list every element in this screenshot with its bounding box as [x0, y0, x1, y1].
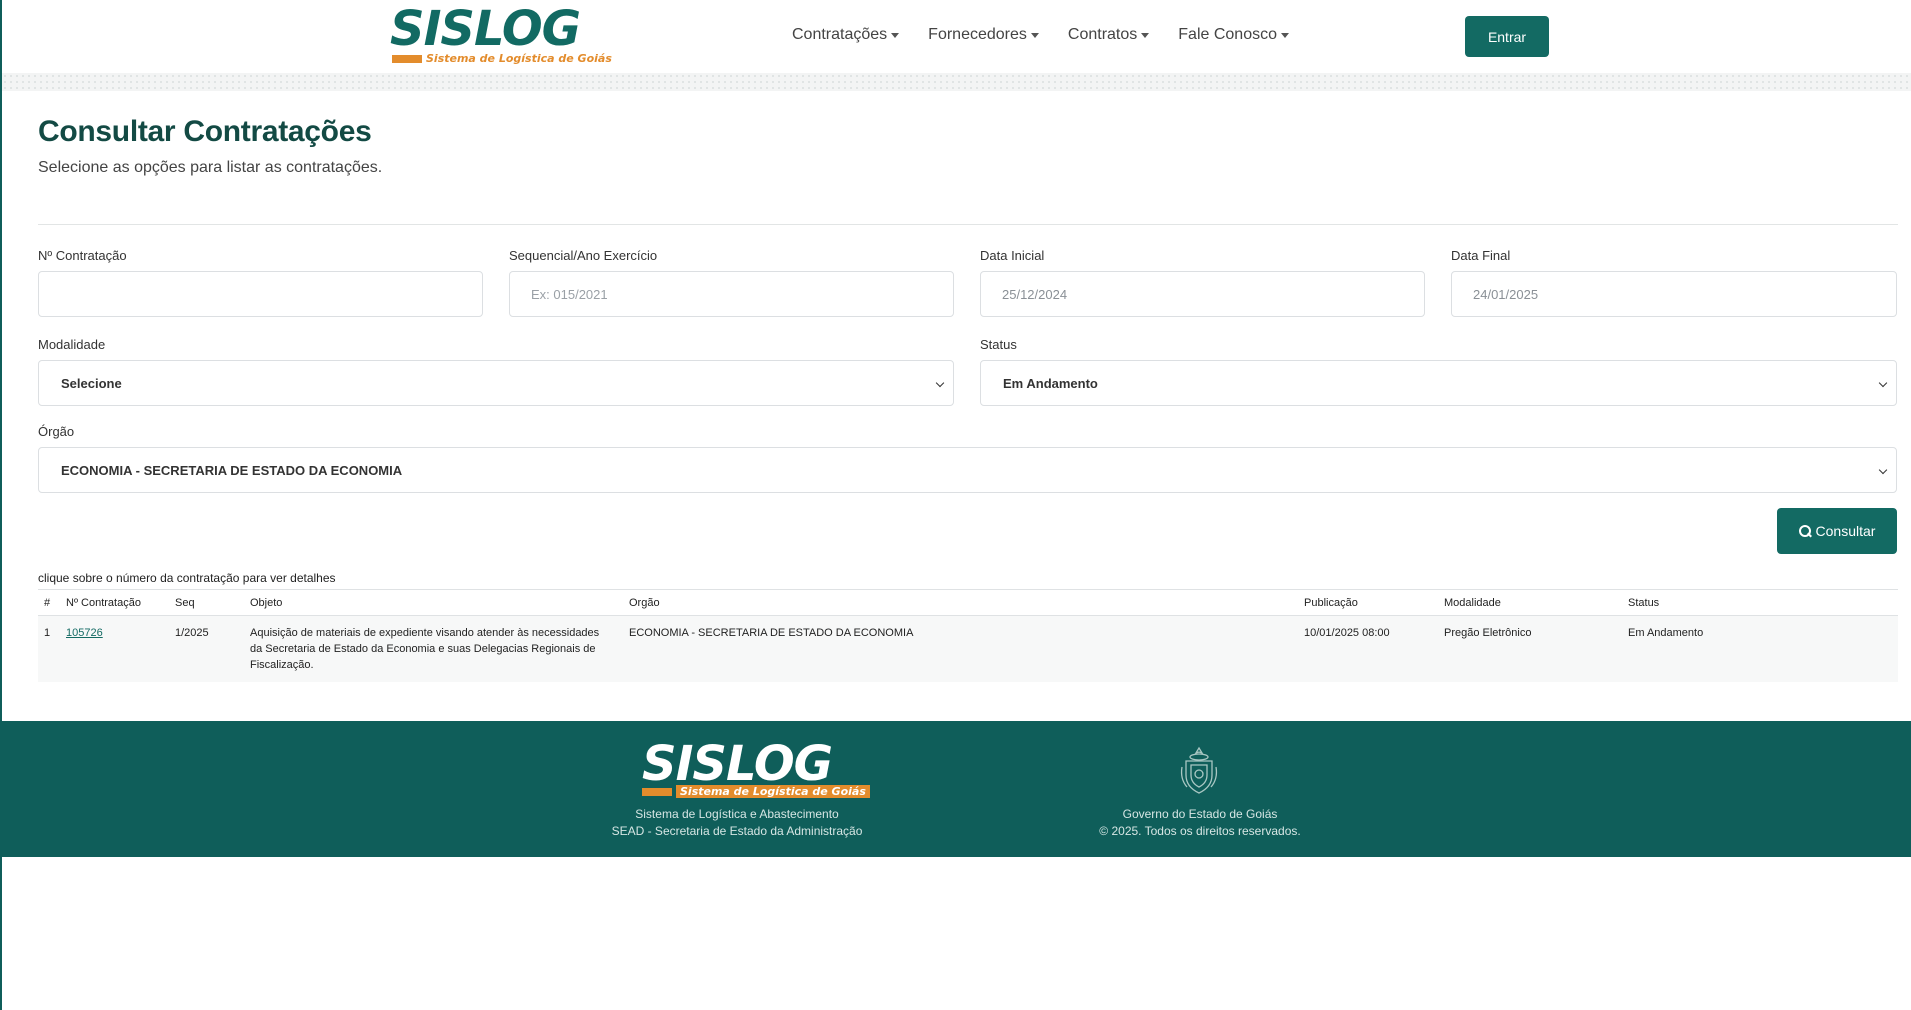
data-final-label: Data Final — [1451, 248, 1511, 263]
sequencial-label: Sequencial/Ano Exercício — [509, 248, 658, 263]
col-status: Status — [1622, 589, 1898, 616]
cell-orgao: ECONOMIA - SECRETARIA DE ESTADO DA ECONO… — [623, 615, 1298, 682]
data-inicial-input[interactable] — [980, 271, 1425, 317]
nav-fale-conosco[interactable]: Fale Conosco — [1178, 26, 1289, 44]
num-contratacao-label: Nº Contratação — [38, 248, 127, 263]
modalidade-select[interactable]: Selecione — [38, 360, 954, 406]
logo-wordmark: SISLOG — [390, 1, 581, 57]
cell-status: Em Andamento — [1622, 615, 1898, 682]
orgao-selected-value: ECONOMIA - SECRETARIA DE ESTADO DA ECONO… — [61, 462, 403, 478]
modalidade-label: Modalidade — [38, 337, 106, 352]
cell-numero: 105726 — [60, 615, 169, 682]
footer-logo-wordmark: SISLOG — [642, 736, 833, 792]
nav-label: Fale Conosco — [1178, 26, 1277, 43]
top-navbar: SISLOG Sistema de Logística de Goiás Con… — [2, 0, 1911, 73]
chevron-down-icon — [1878, 378, 1888, 388]
sequencial-input[interactable] — [509, 271, 954, 317]
nav-label: Contratações — [792, 26, 888, 43]
decorative-pattern — [2, 73, 1911, 91]
contratacao-link[interactable]: 105726 — [66, 627, 103, 639]
logo-accent-bar — [392, 54, 422, 63]
col-orgao: Orgão — [623, 589, 1298, 616]
modalidade-selected-value: Selecione — [61, 375, 122, 391]
table-row: 1 105726 1/2025 Aquisição de materiais d… — [38, 615, 1898, 682]
footer-gov-line1: Governo do Estado de Goiás — [1122, 807, 1278, 821]
logo-accent-bar — [642, 787, 672, 796]
nav-contratacoes[interactable]: Contratações — [792, 26, 900, 44]
results-hint: clique sobre o número da contratação par… — [38, 571, 336, 585]
divider — [38, 224, 1898, 225]
page-subtitle: Selecione as opções para listar as contr… — [38, 159, 383, 176]
login-button[interactable]: Entrar — [1465, 16, 1549, 57]
col-index: # — [38, 589, 60, 616]
col-modalidade: Modalidade — [1438, 589, 1622, 616]
footer-gov-info: Governo do Estado de Goiás © 2025. Todos… — [1062, 806, 1338, 840]
nav-label: Fornecedores — [928, 26, 1027, 43]
consultar-label: Consultar — [1815, 523, 1876, 539]
table-header-row: # Nº Contratação Seq Objeto Orgão Public… — [38, 589, 1898, 616]
caret-down-icon — [1280, 32, 1289, 38]
cell-modalidade: Pregão Eletrônico — [1438, 615, 1622, 682]
footer-copyright: © 2025. Todos os direitos reservados. — [1099, 824, 1301, 838]
orgao-select[interactable]: ECONOMIA - SECRETARIA DE ESTADO DA ECONO… — [38, 447, 1897, 493]
col-seq: Seq — [169, 589, 244, 616]
cell-publicacao: 10/01/2025 08:00 — [1298, 615, 1438, 682]
cell-objeto: Aquisição de materiais de expediente vis… — [244, 615, 623, 682]
footer-sislog-logo: SISLOG Sistema de Logística de Goiás — [642, 736, 870, 801]
sislog-logo[interactable]: SISLOG Sistema de Logística de Goiás — [390, 1, 612, 68]
consultar-button[interactable]: Consultar — [1777, 508, 1897, 554]
col-numero: Nº Contratação — [60, 589, 169, 616]
logo-subtitle: Sistema de Logística de Goiás — [426, 52, 612, 65]
page-title: Consultar Contratações — [38, 115, 372, 148]
main-content: Consultar Contratações Selecione as opçõ… — [2, 91, 1911, 721]
main-nav: Contratações Fornecedores Contratos Fale… — [792, 26, 1289, 44]
status-selected-value: Em Andamento — [1003, 375, 1098, 391]
col-publicacao: Publicação — [1298, 589, 1438, 616]
caret-down-icon — [891, 32, 900, 38]
status-select[interactable]: Em Andamento — [980, 360, 1897, 406]
caret-down-icon — [1030, 32, 1039, 38]
data-final-input[interactable] — [1451, 271, 1897, 317]
nav-label: Contratos — [1067, 26, 1138, 43]
cell-seq: 1/2025 — [169, 615, 244, 682]
nav-fornecedores[interactable]: Fornecedores — [928, 26, 1039, 44]
col-objeto: Objeto — [244, 589, 623, 616]
caret-down-icon — [1141, 32, 1150, 38]
num-contratacao-input[interactable] — [38, 271, 483, 317]
footer-logo-subtitle: Sistema de Logística de Goiás — [676, 785, 870, 798]
cell-index: 1 — [38, 615, 60, 682]
search-icon — [1798, 525, 1811, 537]
goias-coat-of-arms-icon — [1180, 746, 1218, 794]
chevron-down-icon — [935, 378, 945, 388]
results-table: # Nº Contratação Seq Objeto Orgão Public… — [38, 589, 1898, 682]
status-label: Status — [980, 337, 1017, 352]
footer-line2: SEAD - Secretaria de Estado da Administr… — [611, 824, 863, 838]
data-inicial-label: Data Inicial — [980, 248, 1045, 263]
logo-tagline: Sistema de Logística de Goiás — [392, 52, 612, 65]
orgao-label: Órgão — [38, 424, 75, 439]
footer: SISLOG Sistema de Logística de Goiás Sis… — [2, 721, 1911, 857]
footer-sislog-info: Sistema de Logística e Abastecimento SEA… — [572, 806, 902, 840]
footer-line1: Sistema de Logística e Abastecimento — [635, 807, 839, 821]
nav-contratos[interactable]: Contratos — [1067, 26, 1150, 44]
footer-logo-tagline: Sistema de Logística de Goiás — [642, 785, 870, 798]
chevron-down-icon — [1878, 465, 1888, 475]
